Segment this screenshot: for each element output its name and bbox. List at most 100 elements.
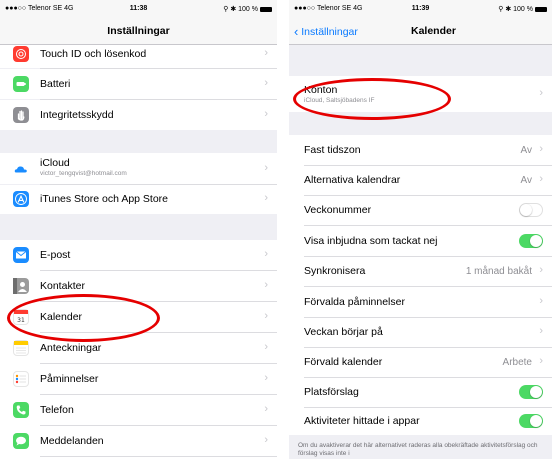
- hand-icon: [13, 107, 29, 123]
- row-label: Platsförslag: [304, 386, 359, 398]
- chevron-right-icon: ›: [539, 325, 543, 337]
- chevron-right-icon: ›: [264, 372, 268, 384]
- location-suggestions-toggle[interactable]: [519, 385, 543, 399]
- row-label: iCloud: [40, 157, 70, 169]
- show-declined-toggle[interactable]: [519, 234, 543, 248]
- annotation-ellipse: [7, 294, 160, 342]
- row-value: Av: [520, 145, 533, 156]
- setting-row-sync[interactable]: Synkronisera 1 månad bakåt ›: [289, 257, 552, 286]
- week-numbers-toggle[interactable]: [519, 203, 543, 217]
- chevron-right-icon: ›: [264, 192, 268, 204]
- chevron-right-icon: ›: [539, 87, 543, 99]
- row-label: Anteckningar: [40, 342, 102, 354]
- battery-icon: [13, 76, 29, 92]
- chevron-right-icon: ›: [264, 77, 268, 89]
- row-label: Veckonummer: [304, 204, 372, 216]
- settings-row-battery[interactable]: Batteri ›: [0, 69, 277, 99]
- row-label: Förvalda påminnelser: [304, 296, 405, 308]
- setting-row-default-calendar[interactable]: Förvald kalender Arbete ›: [289, 348, 552, 377]
- setting-row-events-in-apps[interactable]: Aktiviteter hittade i appar: [289, 408, 552, 435]
- toggle-knob: [520, 204, 532, 216]
- row-label: Påminnelser: [40, 373, 99, 385]
- row-label: Kontakter: [40, 280, 85, 292]
- row-value: Arbete: [502, 357, 532, 368]
- setting-row-default-alerts[interactable]: Förvalda påminnelser ›: [289, 287, 552, 317]
- cloud-icon: [13, 161, 29, 177]
- chevron-right-icon: ›: [264, 108, 268, 120]
- settings-row-contacts[interactable]: Kontakter ›: [0, 271, 277, 301]
- setting-row-week-start[interactable]: Veckan börjar på ›: [289, 318, 552, 347]
- page-title: Kalender: [411, 25, 456, 37]
- battery-status: ⚲ ✱ 100 %: [223, 5, 272, 13]
- settings-row-phone[interactable]: Telefon ›: [0, 395, 277, 425]
- setting-row-week-numbers[interactable]: Veckonummer: [289, 196, 552, 225]
- row-label: Batteri: [40, 78, 71, 90]
- calendar-settings-group: Fast tidszon Av › Alternativa kalendrar …: [289, 135, 552, 435]
- notes-icon: [13, 340, 29, 356]
- events-in-apps-toggle[interactable]: [519, 414, 543, 428]
- chevron-right-icon: ›: [539, 355, 543, 367]
- setting-row-fixed-timezone[interactable]: Fast tidszon Av ›: [289, 135, 552, 165]
- battery-label: ⚲ ✱ 100 %: [498, 6, 533, 13]
- battery-level-icon: [260, 7, 272, 12]
- chevron-right-icon: ›: [539, 295, 543, 307]
- settings-row-icloud[interactable]: iCloud victor_tengqvist@hotmail.com ›: [0, 153, 277, 184]
- row-label: Meddelanden: [40, 435, 104, 447]
- status-bar: ●●●○○ Telenor SE 4G 11:39 ⚲ ✱ 100 %: [289, 0, 552, 17]
- chevron-right-icon: ›: [264, 341, 268, 353]
- row-label: iTunes Store och App Store: [40, 193, 169, 205]
- fingerprint-icon: [13, 46, 29, 62]
- settings-row-itunes-app-store[interactable]: iTunes Store och App Store ›: [0, 185, 277, 214]
- chevron-right-icon: ›: [264, 403, 268, 415]
- toggle-knob: [530, 235, 542, 247]
- row-label: Veckan börjar på: [304, 326, 383, 338]
- messages-icon: [13, 433, 29, 449]
- nav-bar: Inställningar: [0, 17, 277, 45]
- row-label: Alternativa kalendrar: [304, 174, 401, 186]
- back-label: Inställningar: [301, 26, 358, 38]
- phone-icon: [13, 402, 29, 418]
- row-label: Förvald kalender: [304, 356, 383, 368]
- settings-row-messages[interactable]: Meddelanden ›: [0, 426, 277, 456]
- back-button[interactable]: ‹ Inställningar: [294, 24, 358, 39]
- nav-bar: ‹ Inställningar Kalender: [289, 17, 552, 45]
- setting-row-alt-calendars[interactable]: Alternativa kalendrar Av ›: [289, 166, 552, 195]
- row-label: Synkronisera: [304, 265, 366, 277]
- setting-row-show-declined[interactable]: Visa inbjudna som tackat nej: [289, 226, 552, 256]
- settings-row-privacy[interactable]: Integritetsskydd ›: [0, 100, 277, 130]
- settings-row-reminders[interactable]: Påminnelser ›: [0, 364, 277, 394]
- contacts-icon: [13, 278, 29, 294]
- chevron-right-icon: ›: [264, 248, 268, 260]
- calendar-settings-screen: ●●●○○ Telenor SE 4G 11:39 ⚲ ✱ 100 % ‹ In…: [289, 0, 552, 459]
- settings-screen: Touch ID och lösenkod › Batteri › Integr…: [0, 0, 277, 459]
- reminders-icon: [13, 371, 29, 387]
- battery-status: ⚲ ✱ 100 %: [498, 5, 547, 13]
- icloud-account-email: victor_tengqvist@hotmail.com: [40, 170, 127, 177]
- chevron-right-icon: ›: [264, 434, 268, 446]
- row-label: Aktiviteter hittade i appar: [304, 415, 420, 427]
- status-bar: ●●●○○ Telenor SE 4G 11:38 ⚲ ✱ 100 %: [0, 0, 277, 17]
- toggle-knob: [530, 415, 542, 427]
- chevron-right-icon: ›: [264, 310, 268, 322]
- battery-level-icon: [535, 7, 547, 12]
- row-value: 1 månad bakåt: [465, 266, 532, 277]
- row-value: Av: [520, 175, 533, 186]
- settings-row-mail[interactable]: E-post ›: [0, 240, 277, 270]
- app-store-icon: [13, 191, 29, 207]
- battery-label: ⚲ ✱ 100 %: [223, 6, 258, 13]
- annotation-ellipse: [293, 78, 451, 120]
- row-label: E-post: [40, 249, 71, 261]
- chevron-right-icon: ›: [264, 162, 268, 174]
- chevron-right-icon: ›: [264, 279, 268, 291]
- page-title: Inställningar: [107, 25, 170, 37]
- chevron-right-icon: ›: [539, 173, 543, 185]
- chevron-right-icon: ›: [539, 143, 543, 155]
- row-label: Visa inbjudna som tackat nej: [304, 235, 438, 247]
- row-label: Fast tidszon: [304, 144, 361, 156]
- row-label: Touch ID och lösenkod: [40, 48, 147, 60]
- chevron-right-icon: ›: [264, 47, 268, 59]
- setting-row-location-suggestions[interactable]: Platsförslag: [289, 378, 552, 407]
- footer-note: Om du avaktiverar det här alternativet r…: [298, 442, 538, 457]
- divider: [40, 456, 277, 457]
- mail-icon: [13, 247, 29, 263]
